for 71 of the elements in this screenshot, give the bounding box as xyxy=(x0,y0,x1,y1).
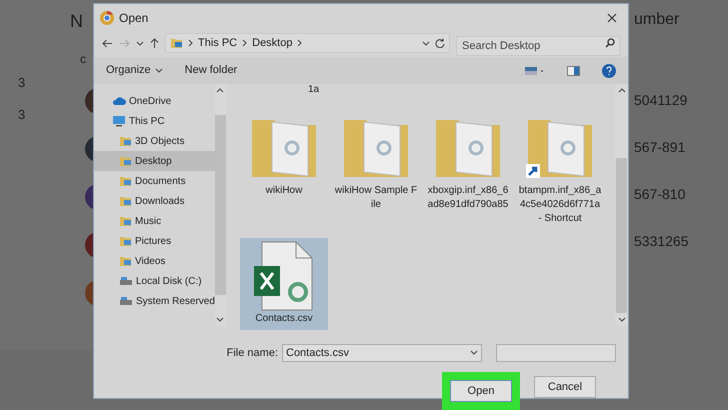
file-item[interactable]: btampm.inf_x86_a4c5e4026d6f771a - Shortcut xyxy=(516,110,604,230)
nav-item[interactable]: Desktop xyxy=(94,151,215,171)
back-arrow-icon[interactable] xyxy=(102,38,113,48)
cloud-icon xyxy=(112,96,126,106)
folder-icon xyxy=(170,37,183,49)
nav-item[interactable]: 3D Objects xyxy=(94,131,215,151)
nav-item[interactable]: Documents xyxy=(94,171,215,191)
file-item[interactable]: wikiHow xyxy=(240,110,328,230)
count-text: 3 xyxy=(18,106,26,124)
scrollbar[interactable] xyxy=(615,84,628,326)
nav-item[interactable]: Music xyxy=(94,211,215,231)
folder-icon xyxy=(119,255,132,267)
nav-item[interactable]: Pictures xyxy=(94,231,215,251)
open-button[interactable]: Open xyxy=(450,380,512,402)
folder-icon xyxy=(119,135,132,147)
nav-item[interactable]: Local Disk (C:) xyxy=(94,271,215,291)
chevron-right-icon xyxy=(242,39,248,47)
toolbar-button[interactable]: New folder xyxy=(184,62,238,79)
phone-number: 567-891 xyxy=(634,138,686,157)
chevron-right-icon xyxy=(297,39,302,47)
nav-item[interactable]: This PC xyxy=(94,111,215,131)
browser-logo-icon xyxy=(100,10,114,24)
chevron-down-icon xyxy=(470,350,478,355)
folder-icon xyxy=(119,235,132,247)
scrollbar[interactable] xyxy=(214,84,226,326)
phone-number: 567-810 xyxy=(634,185,686,204)
computer-icon xyxy=(112,115,126,127)
nav-item[interactable]: Videos xyxy=(94,251,215,271)
close-icon xyxy=(607,12,617,22)
search-icon xyxy=(605,38,615,48)
preview-pane-icon[interactable] xyxy=(567,66,580,76)
drive-icon xyxy=(119,296,133,306)
help-icon[interactable] xyxy=(602,64,616,78)
up-arrow-icon[interactable] xyxy=(150,38,159,48)
chevron-down-icon xyxy=(216,317,224,322)
chevron-down-icon xyxy=(154,68,163,73)
folder-icon xyxy=(119,195,132,207)
chevron-up-icon xyxy=(618,88,626,93)
folder-icon xyxy=(119,215,132,227)
refresh-icon[interactable] xyxy=(435,38,445,48)
file-item[interactable]: wikiHow Sample File xyxy=(332,110,420,230)
view-options-icon[interactable] xyxy=(525,66,545,76)
folder-icon xyxy=(119,155,132,167)
chevron-down-icon xyxy=(136,40,144,46)
count-text: 3 xyxy=(18,74,26,92)
phone-number: 5041129 xyxy=(634,91,688,110)
address-bar[interactable]: This PC Desktop xyxy=(165,33,450,53)
chevron-down-icon xyxy=(422,40,430,46)
chevron-down-icon xyxy=(618,317,626,322)
file-label: 1a xyxy=(308,83,320,97)
chevron-up-icon xyxy=(216,88,224,93)
file-name-field[interactable]: Contacts.csv xyxy=(282,344,482,362)
chevron-right-icon xyxy=(188,39,193,47)
drive-icon xyxy=(119,276,133,286)
folder-icon xyxy=(119,175,132,187)
file-item[interactable]: Contacts.csv xyxy=(240,238,328,330)
field-label: File name: xyxy=(226,346,278,361)
section-label: c xyxy=(80,51,86,68)
nav-item[interactable]: System Reserved xyxy=(94,291,215,311)
file-item[interactable]: xboxgip.inf_x86_6ad8e91dfd790a85 xyxy=(424,110,512,230)
breadcrumb-item[interactable]: Desktop xyxy=(252,34,292,52)
toolbar-button[interactable]: Organize xyxy=(106,62,163,79)
nav-item[interactable]: Downloads xyxy=(94,191,215,211)
breadcrumb-item[interactable]: This PC xyxy=(198,34,238,52)
column-heading: N xyxy=(70,10,83,33)
search-field[interactable]: Search Desktop xyxy=(456,36,620,56)
cancel-button[interactable]: Cancel xyxy=(534,376,596,398)
column-heading: umber xyxy=(634,10,680,30)
phone-number: 5331265 xyxy=(634,232,689,251)
window-title: Open xyxy=(119,10,148,26)
nav-item[interactable]: OneDrive xyxy=(94,91,215,111)
